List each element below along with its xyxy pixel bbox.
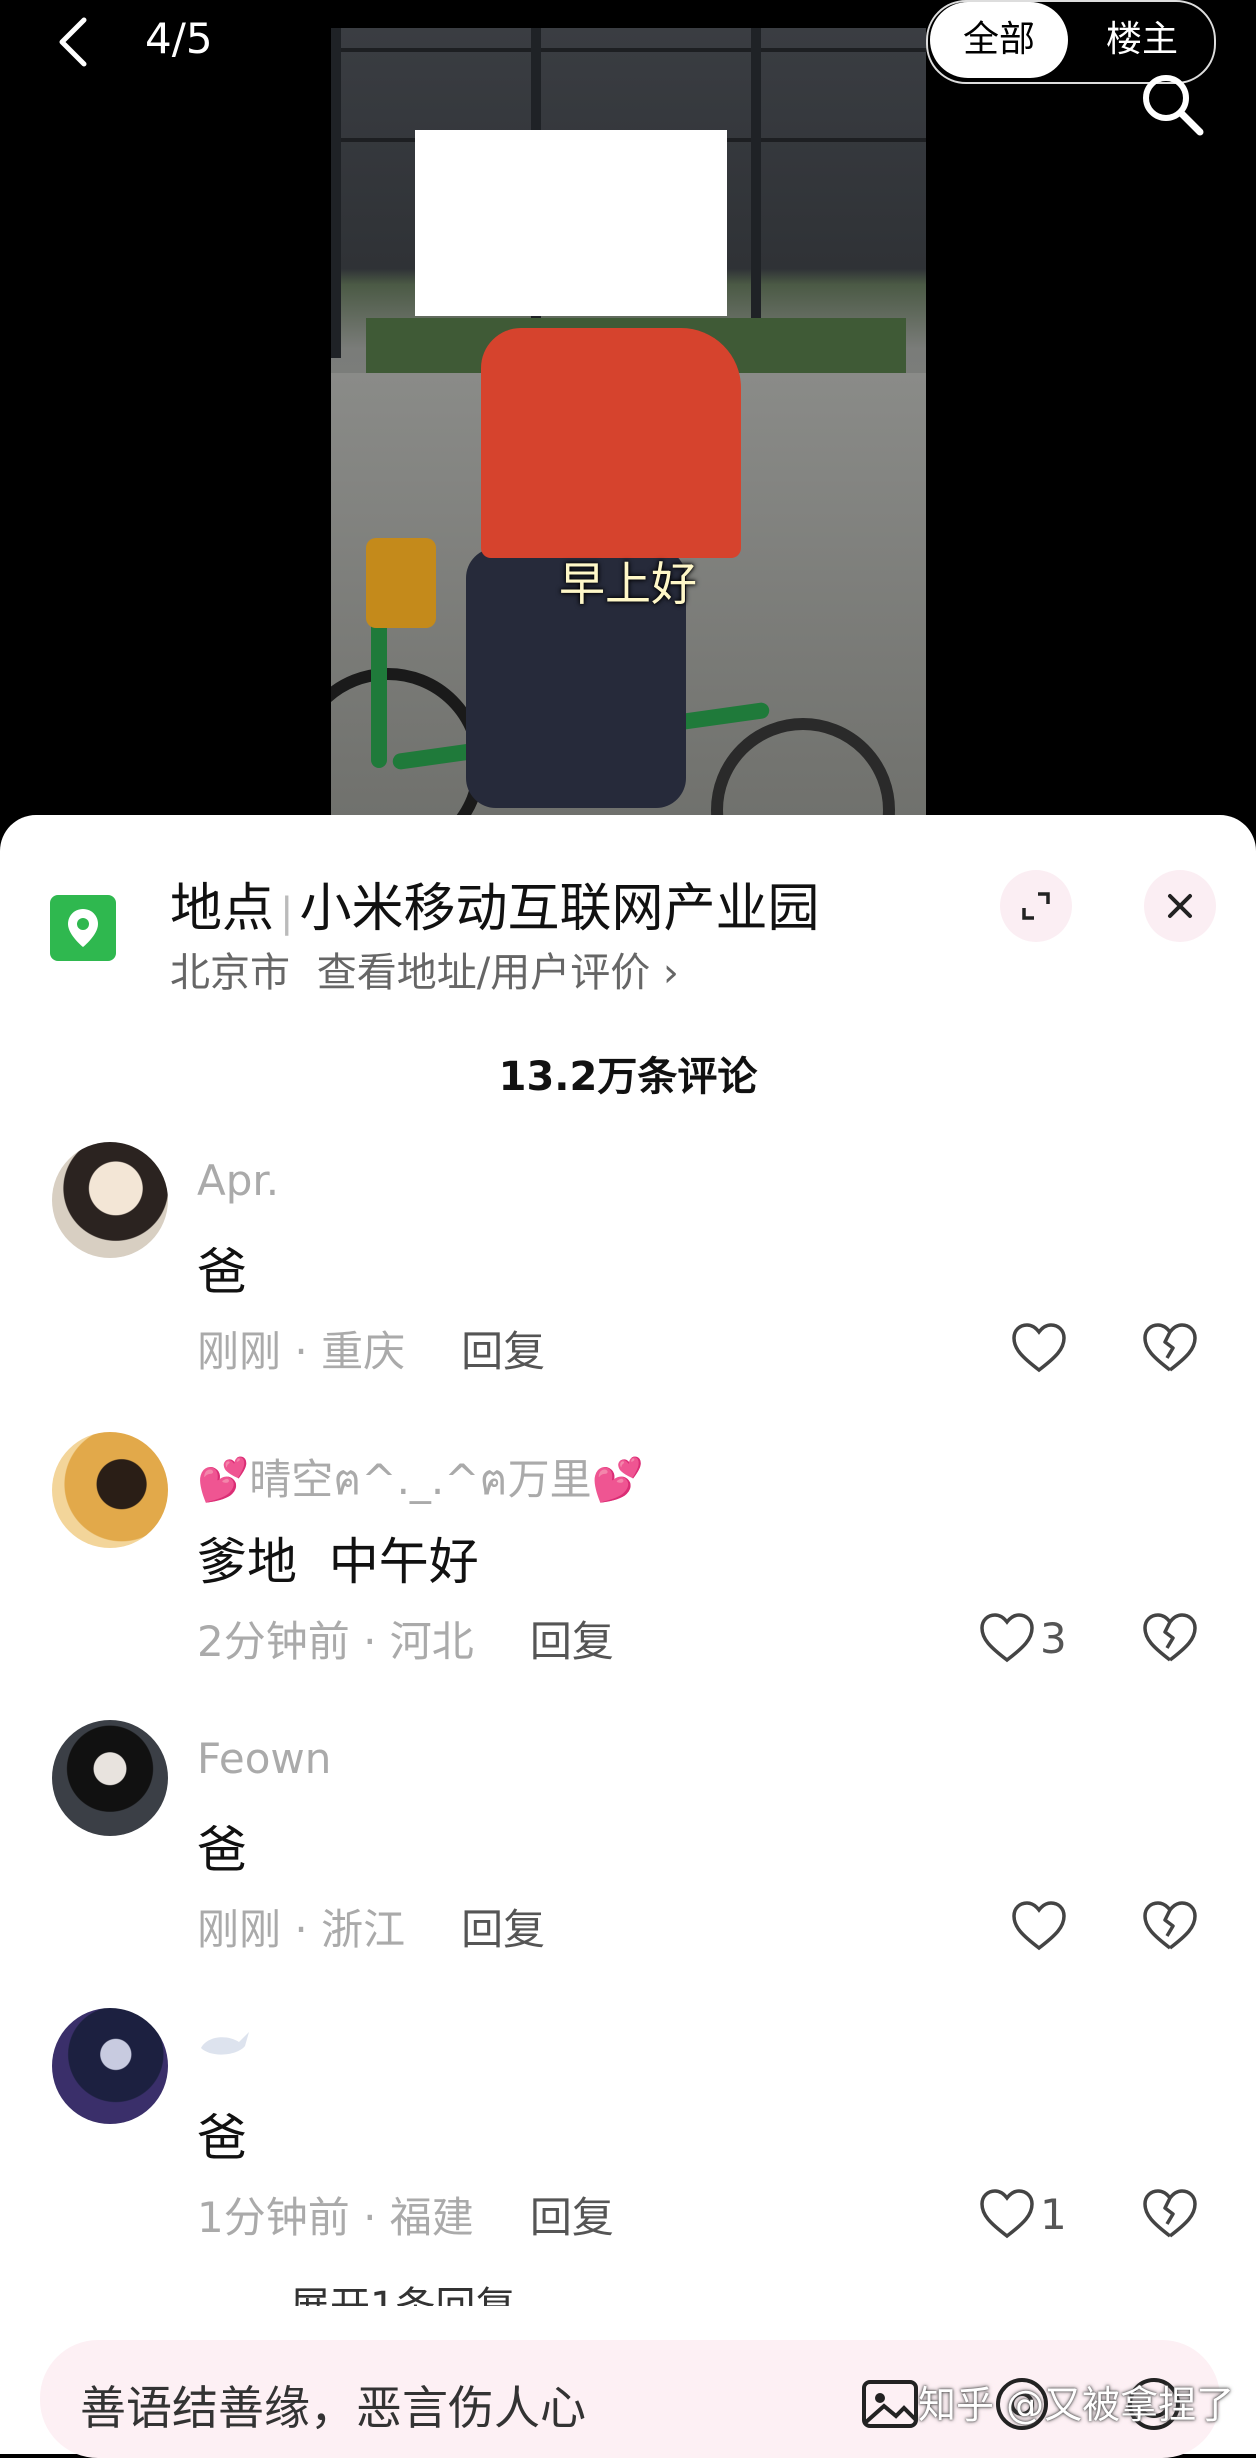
comment-text: 爸	[197, 1821, 247, 1879]
reply-button[interactable]: 回复	[530, 1617, 614, 1666]
reply-button[interactable]: 回复	[530, 2193, 614, 2242]
post-photo[interactable]	[331, 28, 926, 830]
comment-item: Apr. 爸 刚刚 · 重庆 回复	[0, 1142, 1256, 1432]
comment-meta: 1分钟前 · 福建 回复	[197, 2193, 614, 2242]
heart-icon	[980, 1613, 1034, 1663]
broken-heart-icon[interactable]	[1140, 1318, 1200, 1378]
image-icon[interactable]	[858, 2372, 922, 2436]
comment-meta: 刚刚 · 重庆 回复	[197, 1327, 546, 1376]
page-indicator: 4/5	[145, 14, 213, 63]
back-arrow-icon[interactable]	[54, 14, 94, 70]
comment-region: 河北	[389, 1617, 474, 1666]
comment-text: 爸	[197, 1243, 247, 1301]
like-count: 1	[1040, 2189, 1067, 2239]
building-detail	[331, 48, 926, 52]
rider-shirt	[481, 328, 741, 558]
expand-sheet-button[interactable]	[1000, 870, 1072, 942]
heart-icon	[1012, 1901, 1066, 1951]
building-detail	[331, 28, 341, 358]
comment-item: 爸 1分钟前 · 福建 回复 1	[0, 2008, 1256, 2298]
photo-caption: 早上好	[559, 557, 697, 611]
expand-icon	[1022, 892, 1050, 920]
comment-time: 1分钟前	[197, 2193, 350, 2242]
location-name: 小米移动互联网产业园	[299, 879, 820, 939]
close-button[interactable]	[1144, 870, 1216, 942]
tab-all[interactable]: 全部	[930, 2, 1068, 78]
comment-input-placeholder: 善语结善缘，恶言伤人心	[80, 2381, 586, 2435]
chevron-right-icon: ›	[650, 950, 679, 996]
like-button[interactable]: 3	[978, 1608, 1067, 1668]
comment-username[interactable]	[197, 2022, 253, 2072]
like-count: 3	[1040, 1613, 1067, 1663]
reply-button[interactable]: 回复	[461, 1327, 545, 1376]
comment-meta: 2分钟前 · 河北 回复	[197, 1617, 614, 1666]
whale-icon	[201, 2032, 249, 2055]
comment-region: 重庆	[321, 1327, 406, 1376]
location-subtitle[interactable]: 北京市 查看地址/用户评价 ›	[170, 940, 679, 998]
comment-time: 刚刚	[197, 1327, 282, 1376]
hearts-icon: 💕	[197, 1455, 250, 1504]
comment-username[interactable]: Feown	[197, 1734, 331, 1783]
comment-text: 爸	[197, 2109, 247, 2167]
broken-heart-icon[interactable]	[1140, 2184, 1200, 2244]
comment-item: 💕晴空ฅ^._.^ฅ万里💕 爹地 中午好 2分钟前 · 河北 回复 3	[0, 1432, 1256, 1722]
broken-heart-icon[interactable]	[1140, 1896, 1200, 1956]
location-pin-icon	[50, 895, 116, 961]
comment-count: 13.2万条评论	[498, 1054, 758, 1100]
building-detail	[751, 28, 761, 358]
avatar[interactable]	[52, 1142, 168, 1258]
comment-username[interactable]: 💕晴空ฅ^._.^ฅ万里💕	[197, 1446, 644, 1513]
comment-region: 浙江	[321, 1905, 406, 1954]
location-link[interactable]: 查看地址/用户评价	[317, 950, 650, 996]
comment-username[interactable]: Apr.	[197, 1156, 279, 1205]
hearts-icon: 💕	[591, 1455, 644, 1504]
comment-time: 2分钟前	[197, 1617, 350, 1666]
comment-region: 福建	[389, 2193, 474, 2242]
avatar[interactable]	[52, 2008, 168, 2124]
location-city: 北京市	[170, 950, 290, 996]
reply-button[interactable]: 回复	[461, 1905, 545, 1954]
watermark: 知乎 @又被拿捏了	[918, 2383, 1235, 2427]
photo-viewer[interactable]: 早上好	[0, 0, 1256, 830]
heart-icon	[1012, 1323, 1066, 1373]
censor-box	[415, 130, 727, 316]
close-icon	[1168, 894, 1192, 918]
comment-meta: 刚刚 · 浙江 回复	[197, 1905, 546, 1954]
comment-text: 爹地 中午好	[197, 1533, 479, 1591]
location-title[interactable]: 地点 | 小米移动互联网产业园	[170, 866, 820, 941]
broken-heart-icon[interactable]	[1140, 1608, 1200, 1668]
comment-item: Feown 爸 刚刚 · 浙江 回复	[0, 1720, 1256, 2010]
avatar[interactable]	[52, 1432, 168, 1548]
like-button[interactable]	[1010, 1896, 1068, 1956]
location-prefix: 地点	[170, 879, 275, 939]
avatar[interactable]	[52, 1720, 168, 1836]
expand-replies-link[interactable]: 展开1条回复	[290, 2274, 515, 2306]
comment-time: 刚刚	[197, 1905, 282, 1954]
like-button[interactable]	[1010, 1318, 1068, 1378]
heart-icon	[980, 2189, 1034, 2239]
like-button[interactable]: 1	[978, 2184, 1067, 2244]
search-icon[interactable]	[1132, 64, 1212, 144]
